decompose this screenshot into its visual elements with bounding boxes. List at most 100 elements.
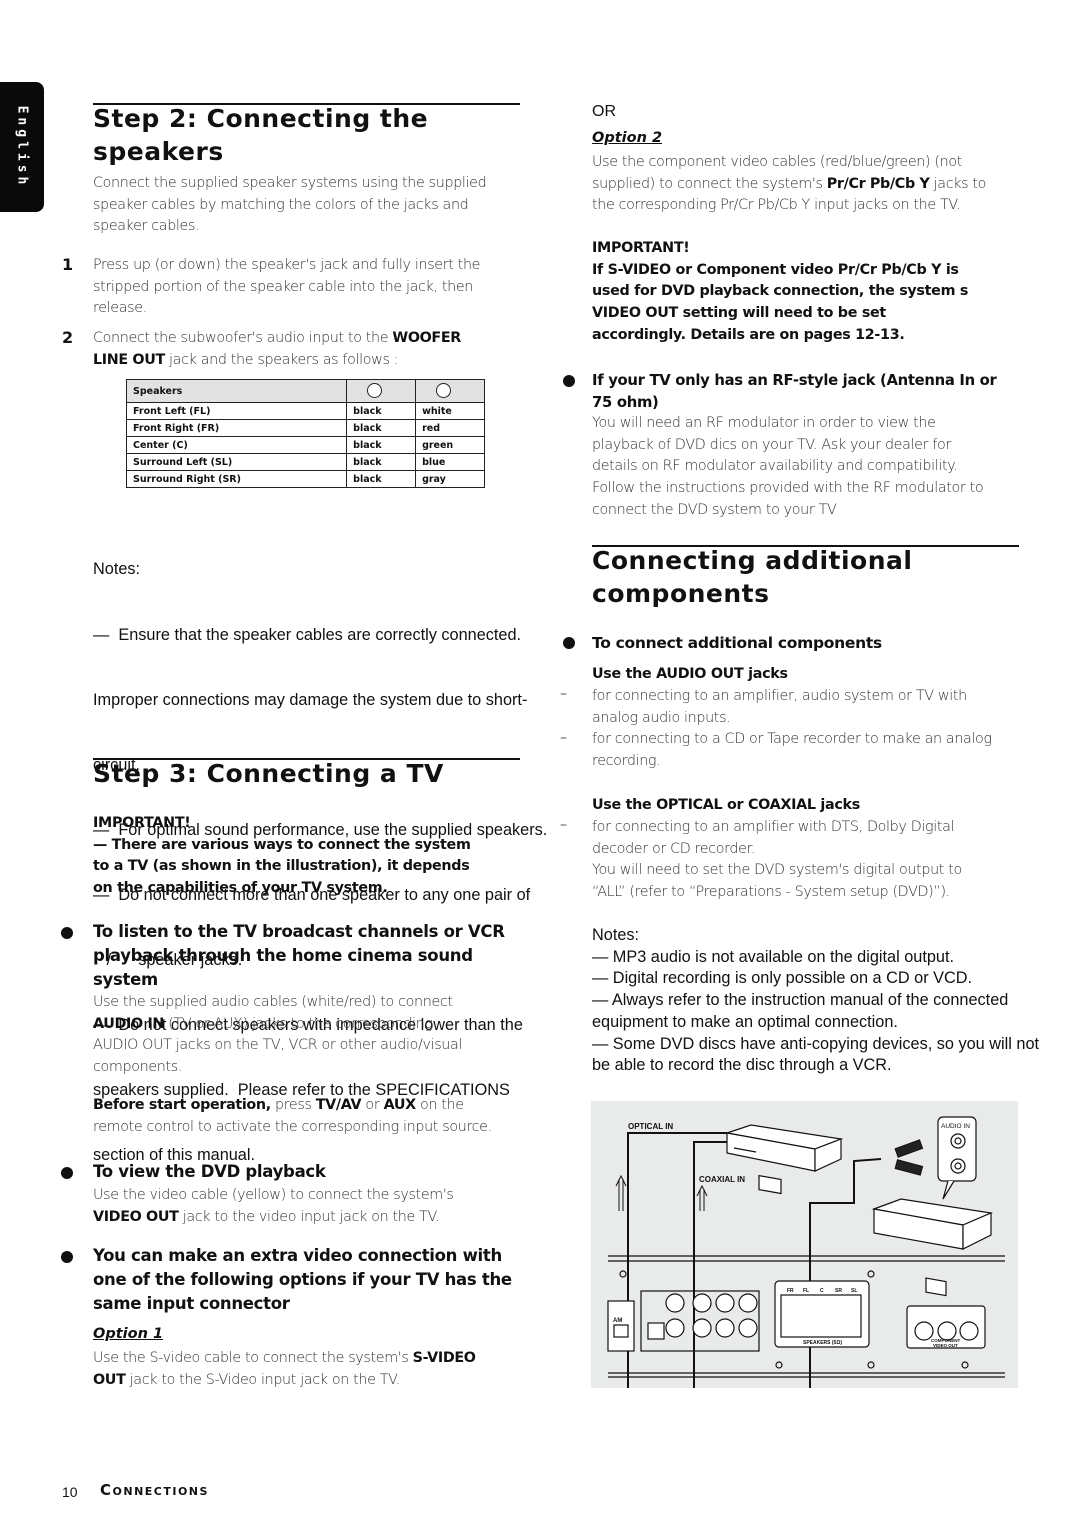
color-cell: black (346, 470, 417, 488)
audio-in-label: AUDIO IN (941, 1123, 970, 1130)
table-header-row: Speakers (125, 379, 485, 403)
text-line: details on RF modulator availability and… (592, 458, 958, 475)
speaker-label: FR (787, 1288, 794, 1294)
bullet1-heading: To listen to the TV broadcast channels o… (93, 920, 533, 992)
minus-terminal-icon (346, 379, 417, 403)
table-row: Front Right (FR) black red (125, 419, 485, 437)
text-line: for connecting to an amplifier with DTS,… (592, 819, 955, 835)
text-line: stripped portion of the speaker cable in… (93, 278, 473, 295)
text-line: If your TV only has an RF-style jack (An… (592, 372, 997, 389)
woofer-label: WOOFER (392, 330, 461, 346)
bullet1-body: Use the supplied audio cables (white/red… (93, 992, 533, 1079)
text-line: VIDEO OUT setting will need to be set (592, 305, 886, 322)
optical-in-label: OPTICAL IN (628, 1122, 673, 1131)
speaker-color-table: Speakers Front Left (FL) black white Front… (125, 379, 485, 488)
component-caption: VIDEO OUT (933, 1343, 958, 1348)
additional-title-line2: components (592, 579, 770, 608)
table-header-speakers: Speakers (125, 379, 348, 403)
text-line: system (93, 970, 158, 989)
step2-heading: Step 2: Connecting the speakers (93, 102, 428, 168)
bullet-icon (563, 375, 575, 387)
text-line: decoder or CD recorder. (592, 840, 756, 857)
text-line: same input connector (93, 1294, 290, 1313)
text-line: speaker cables. (93, 218, 200, 235)
connection-diagram: OPTICAL IN COAXIAL IN AUDIO IN AM FR FL … (591, 1101, 1018, 1431)
text-line: recording. (592, 753, 661, 770)
note-line: — Ensure that the speaker cables are cor… (93, 625, 522, 644)
note-line: — Always refer to the instruction manual… (592, 991, 1009, 1010)
text: (TV or AUX) jacks to the corresponding (164, 1015, 433, 1032)
note-line: equipment to make an optimal connection. (592, 1012, 898, 1031)
table-row: Front Left (FL) black white (125, 402, 485, 420)
color-cell: blue (415, 453, 485, 471)
text-line: accordingly. Details are on pages 12-13. (592, 326, 905, 343)
option2-body: Use the component video cables (red/blue… (592, 152, 1042, 217)
speaker-cell: Surround Right (SR) (125, 470, 348, 488)
text-line: used for DVD playback connection, the sy… (592, 283, 969, 300)
additional-notes: Notes: — MP3 audio is not available on t… (592, 925, 1080, 1077)
rf-body: You will need an RF modulator in order t… (592, 413, 1042, 522)
text-line: analog audio inputs. (592, 709, 731, 726)
page-number: 10 (62, 1484, 78, 1500)
text: Connect the subwoofer's audio input to t… (93, 330, 393, 346)
text-line: components. (93, 1059, 183, 1076)
bullet3-heading: You can make an extra video connection w… (93, 1244, 533, 1316)
text-line: Follow the instructions provided with th… (592, 480, 984, 497)
audio-out-heading: Use the AUDIO OUT jacks (592, 666, 788, 682)
text-line: You will need an RF modulator in order t… (592, 415, 936, 431)
section-footer-title: Connections (100, 1481, 209, 1499)
step2-intro: Connect the supplied speaker systems usi… (93, 173, 523, 238)
dash-marker: – (560, 730, 567, 746)
speaker-label: SL (851, 1288, 857, 1294)
bullet-icon (61, 1167, 73, 1179)
option1-label: Option 1 (93, 1326, 164, 1342)
speaker-cell: Front Right (FR) (125, 419, 348, 437)
text-line: the corresponding Pr/Cr Pb/Cb Y input ja… (592, 197, 961, 214)
or-label: OR (592, 103, 616, 120)
color-cell: green (415, 436, 485, 454)
diagram-illustration: OPTICAL IN COAXIAL IN AUDIO IN AM FR FL … (607, 1116, 1005, 1431)
text-line: AUDIO OUT jacks on the TV, VCR or other … (93, 1037, 463, 1054)
table-row: Surround Left (SL) black blue (125, 453, 485, 471)
amplifier-device (871, 1198, 994, 1297)
notes-title: Notes: (592, 926, 640, 944)
plus-terminal-icon (415, 379, 485, 403)
step-number: 2 (62, 328, 74, 347)
line-out-label: LINE OUT (93, 351, 165, 368)
speaker-label: SR (835, 1288, 842, 1294)
tv-av-label: TV/AV (315, 1097, 362, 1113)
dash-marker: – (560, 817, 567, 833)
text: press (270, 1097, 316, 1113)
language-tab-label: English (14, 105, 30, 189)
additional-title-line1: Connecting additional (592, 546, 913, 575)
am-label: AM (613, 1318, 622, 1324)
audio-in-label: AUDIO IN (93, 1015, 165, 1032)
color-cell: red (415, 419, 485, 437)
color-cell: gray (415, 470, 485, 488)
rf-heading: If your TV only has an RF-style jack (An… (592, 370, 1042, 413)
speaker-label: FL (803, 1288, 809, 1294)
s-video-label: S-VIDEO (412, 1350, 476, 1366)
text-line: “ALL” (refer to “Preparations - System s… (592, 884, 950, 901)
text-line: playback of DVD dics on your TV. Ask you… (592, 436, 951, 453)
step-number: 1 (62, 255, 74, 274)
text-line: Connect the supplied speaker systems usi… (93, 175, 487, 191)
text-line: You will need to set the DVD system's di… (592, 862, 962, 879)
note-line: — Digital recording is only possible on … (592, 969, 973, 988)
speaker-cell: Center (C) (125, 436, 348, 454)
text-line: connect the DVD system to your TV (592, 501, 837, 518)
color-cell: black (346, 436, 417, 454)
speakers-caption: SPEAKERS (5Ω) (803, 1340, 842, 1346)
speaker-cell: Surround Left (SL) (125, 453, 348, 471)
text: Use the S-video cable to connect the sys… (93, 1350, 413, 1366)
step2-title-line2: speakers (93, 137, 224, 166)
text-line: speaker cables by matching the colors of… (93, 196, 469, 213)
text: Before start operation, (93, 1097, 271, 1113)
language-tab: English (0, 82, 44, 212)
speaker-label: C (820, 1288, 824, 1294)
table-row: Center (C) black green (125, 436, 485, 454)
text-line: 75 ohm) (592, 393, 659, 411)
note-line: — Some DVD discs have anti-copying devic… (592, 1034, 1040, 1053)
text-line: To listen to the TV broadcast channels o… (93, 922, 505, 941)
note-line: — MP3 audio is not available on the digi… (592, 947, 955, 966)
